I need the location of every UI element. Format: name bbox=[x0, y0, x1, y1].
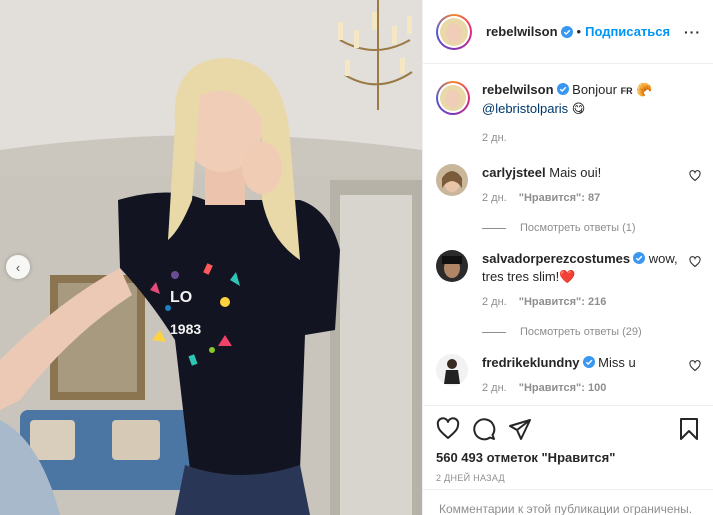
replies-divider bbox=[482, 331, 506, 333]
commenter-avatar[interactable] bbox=[436, 164, 468, 196]
chevron-left-icon: ‹ bbox=[15, 259, 21, 275]
comment-likes[interactable]: "Нравится": 216 bbox=[519, 296, 607, 308]
story-ring[interactable] bbox=[436, 13, 472, 50]
verified-badge-icon bbox=[582, 356, 595, 368]
comment-message: Miss u bbox=[598, 355, 636, 370]
more-options-icon[interactable]: ··· bbox=[684, 24, 701, 40]
photo-illustration: LO 1983 bbox=[0, 0, 422, 515]
verified-badge-icon bbox=[560, 25, 573, 38]
caption-meta: 2 дн. bbox=[482, 132, 679, 144]
replies-divider bbox=[482, 227, 506, 229]
comment-meta: 2 дн. "Нравится": 216 bbox=[482, 296, 679, 308]
comment-username[interactable]: carlyjsteel bbox=[482, 165, 546, 180]
caption-message: Bonjour bbox=[572, 82, 617, 97]
caption-item: rebelwilson Bonjour FR 🥐 @lebristolparis… bbox=[436, 81, 701, 144]
comment-item: fredrikeklundny Miss u 2 дн. "Нравится":… bbox=[436, 354, 701, 394]
view-replies-label: Посмотреть ответы (1) bbox=[520, 222, 636, 234]
commenter-avatar[interactable] bbox=[436, 250, 468, 282]
author-username[interactable]: rebelwilson bbox=[486, 24, 558, 39]
yum-emoji: 😋 bbox=[571, 101, 586, 116]
caption-text: rebelwilson Bonjour FR 🥐 @lebristolparis… bbox=[482, 81, 679, 118]
mention-link[interactable]: @lebristolparis bbox=[482, 101, 568, 116]
comment-time[interactable]: 2 дн. bbox=[482, 382, 507, 394]
comment-item: carlyjsteel Mais oui! 2 дн. "Нравится": … bbox=[436, 164, 701, 234]
comment-likes[interactable]: "Нравится": 100 bbox=[519, 382, 607, 394]
header-separator: • bbox=[576, 24, 582, 39]
verified-badge-icon bbox=[556, 83, 569, 95]
view-replies-label: Посмотреть ответы (29) bbox=[520, 326, 642, 338]
commenter-avatar[interactable] bbox=[436, 354, 468, 386]
comment-message: Mais oui! bbox=[549, 165, 602, 180]
heart-icon[interactable] bbox=[436, 417, 460, 441]
share-icon[interactable] bbox=[508, 417, 532, 441]
comment-meta: 2 дн. "Нравится": 100 bbox=[482, 382, 679, 394]
verified-badge-icon bbox=[633, 252, 646, 264]
comment-time[interactable]: 2 дн. bbox=[482, 296, 507, 308]
comment-username[interactable]: fredrikeklundny bbox=[482, 355, 580, 370]
follow-button[interactable]: Подписаться bbox=[585, 24, 670, 39]
comment-body: carlyjsteel Mais oui! 2 дн. "Нравится": … bbox=[482, 164, 701, 234]
comment-body: fredrikeklundny Miss u 2 дн. "Нравится":… bbox=[482, 354, 701, 394]
shirt-graphic-year: 1983 bbox=[170, 321, 201, 337]
comment-like-heart-icon[interactable] bbox=[689, 170, 701, 182]
comment-item: salvadorperezcostumes wow, tres tres sli… bbox=[436, 250, 701, 338]
view-replies-button[interactable]: Посмотреть ответы (29) bbox=[482, 326, 679, 338]
likes-count[interactable]: 560 493 отметок "Нравится" bbox=[436, 450, 701, 465]
caption-time[interactable]: 2 дн. bbox=[482, 132, 507, 144]
shirt-graphic-lo: LO bbox=[170, 289, 192, 306]
post-side-panel: rebelwilson • Подписаться ··· rebelwilso… bbox=[422, 0, 713, 515]
previous-photo-button[interactable]: ‹ bbox=[6, 255, 30, 279]
comment-text: carlyjsteel Mais oui! bbox=[482, 164, 679, 182]
caption-author-avatar bbox=[440, 85, 466, 111]
comment-like-heart-icon[interactable] bbox=[689, 360, 701, 372]
caption-username[interactable]: rebelwilson bbox=[482, 82, 554, 97]
comments-list[interactable]: rebelwilson Bonjour FR 🥐 @lebristolparis… bbox=[423, 65, 713, 404]
post-photo[interactable]: LO 1983 ‹ bbox=[0, 0, 422, 515]
post-actions: 560 493 отметок "Нравится" 2 ДНЕЙ НАЗАД bbox=[423, 405, 713, 483]
comments-disabled-note: Комментарии к этой публикации ограничены… bbox=[423, 489, 713, 515]
comment-body: salvadorperezcostumes wow, tres tres sli… bbox=[482, 250, 701, 338]
comment-username[interactable]: salvadorperezcostumes bbox=[482, 251, 630, 266]
comment-likes[interactable]: "Нравится": 87 bbox=[519, 192, 600, 204]
post-header: rebelwilson • Подписаться ··· bbox=[423, 0, 713, 64]
caption-body: rebelwilson Bonjour FR 🥐 @lebristolparis… bbox=[482, 81, 701, 144]
comment-time[interactable]: 2 дн. bbox=[482, 192, 507, 204]
view-replies-button[interactable]: Посмотреть ответы (1) bbox=[482, 222, 679, 234]
post-date[interactable]: 2 ДНЕЙ НАЗАД bbox=[436, 473, 701, 483]
bookmark-icon[interactable] bbox=[677, 417, 701, 441]
action-icons bbox=[436, 414, 701, 444]
caption-avatar-ring-inner bbox=[438, 83, 468, 113]
comment-meta: 2 дн. "Нравится": 87 bbox=[482, 192, 679, 204]
comment-icon[interactable] bbox=[472, 417, 496, 441]
flag-icon: FR bbox=[620, 86, 633, 96]
comment-like-heart-icon[interactable] bbox=[689, 256, 701, 268]
author-avatar bbox=[440, 17, 468, 46]
croissant-emoji: 🥐 bbox=[636, 82, 653, 97]
comment-text: salvadorperezcostumes wow, tres tres sli… bbox=[482, 250, 679, 286]
avatar-ring-inner bbox=[438, 15, 470, 48]
comment-text: fredrikeklundny Miss u bbox=[482, 354, 679, 372]
instagram-post: LO 1983 ‹ rebelwilson • Подписаться ··· bbox=[0, 0, 713, 515]
caption-story-ring[interactable] bbox=[436, 81, 470, 115]
